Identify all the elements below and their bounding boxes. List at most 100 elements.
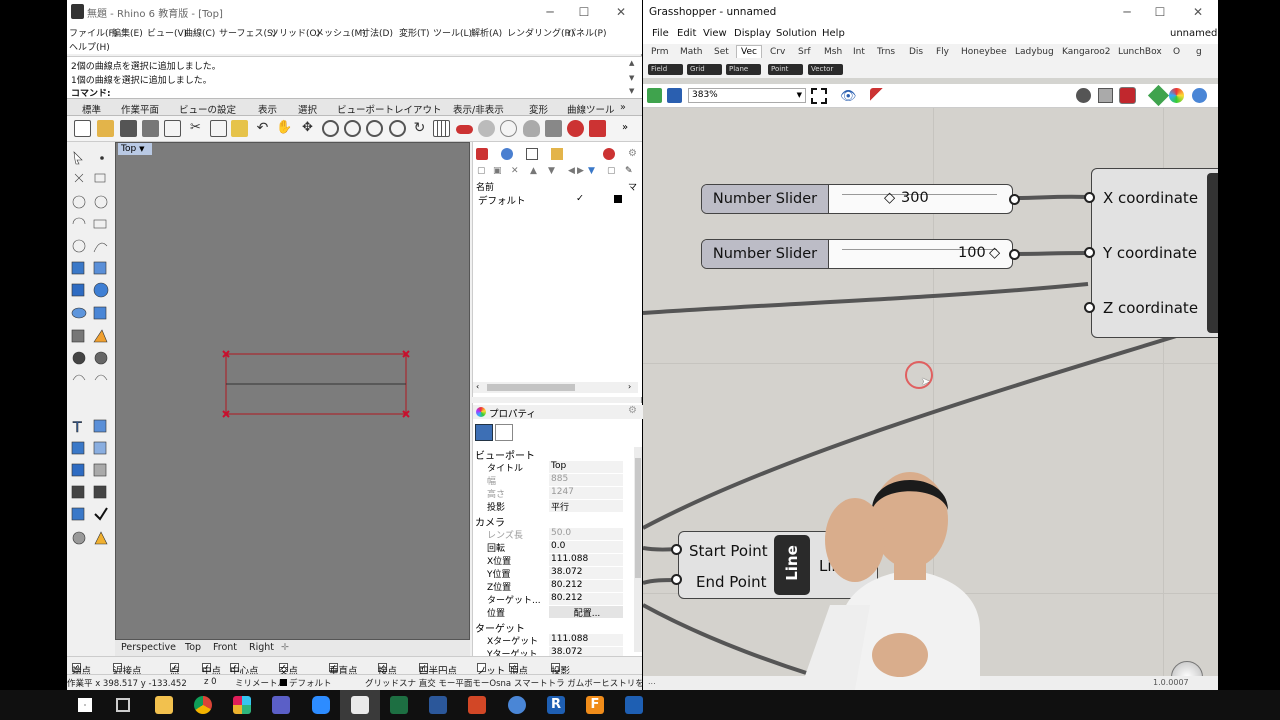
- material-icon[interactable]: [567, 120, 584, 137]
- open-icon[interactable]: [647, 88, 662, 103]
- menu-render[interactable]: レンダリング(R): [507, 26, 574, 39]
- menu-dimension[interactable]: 寸法(D): [361, 26, 393, 39]
- excel-icon[interactable]: [390, 696, 408, 714]
- lightbulb-icon[interactable]: [523, 120, 540, 137]
- gh-menu-help[interactable]: Help: [822, 28, 845, 39]
- viewport-tab-perspective[interactable]: Perspective: [121, 642, 176, 653]
- move-right-icon[interactable]: ▶: [577, 166, 584, 176]
- open-file-icon[interactable]: [97, 120, 114, 137]
- settings-tab-icon[interactable]: [603, 148, 615, 160]
- top-viewport[interactable]: Top ▼: [115, 142, 470, 640]
- gh-tab-srf[interactable]: Srf: [798, 47, 811, 57]
- gh-tab-set[interactable]: Set: [714, 47, 729, 57]
- gh-menu-solution[interactable]: Solution: [776, 28, 817, 39]
- output-port[interactable]: [1009, 249, 1020, 260]
- menu-help[interactable]: ヘルプ(H): [69, 40, 110, 53]
- tools-icon[interactable]: ✎: [625, 166, 633, 176]
- tab-visibility[interactable]: 表示/非表示: [453, 102, 504, 116]
- r-icon[interactable]: R: [547, 696, 565, 714]
- pan-icon[interactable]: ✋: [276, 120, 293, 137]
- input-z-coordinate[interactable]: Z coordinate: [1103, 299, 1198, 317]
- scroll-right-icon[interactable]: ›: [628, 382, 631, 391]
- tab-view-settings[interactable]: ビューの設定: [179, 102, 236, 116]
- zoom-level-field[interactable]: 383% ▼: [688, 88, 806, 103]
- chrome-icon[interactable]: [194, 696, 212, 714]
- zoom-icon[interactable]: [322, 120, 339, 137]
- number-slider-x[interactable]: Number Slider ◇ 300: [701, 184, 1013, 214]
- globe-icon[interactable]: [508, 696, 526, 714]
- construct-point-component[interactable]: X coordinate Y coordinate Z coordinate: [1091, 168, 1218, 338]
- sketch-icon[interactable]: [870, 88, 886, 104]
- camera-props-button[interactable]: [475, 424, 493, 441]
- input-port[interactable]: [1084, 247, 1095, 258]
- gh-tab-honeybee[interactable]: Honeybee: [961, 47, 1007, 57]
- gh-menu-view[interactable]: View: [703, 28, 727, 39]
- vs-icon[interactable]: [625, 696, 643, 714]
- gh-menu-edit[interactable]: Edit: [677, 28, 696, 39]
- input-end-point[interactable]: End Point: [696, 573, 767, 591]
- scroll-up-icon[interactable]: ▲: [629, 59, 634, 67]
- number-slider-y[interactable]: Number Slider 100 ◇: [701, 239, 1013, 269]
- layer-row-default[interactable]: デフォルト ✓: [473, 193, 643, 207]
- scroll-left-icon[interactable]: ‹: [476, 382, 479, 391]
- folder-tab-icon[interactable]: [551, 148, 563, 160]
- menu-curve[interactable]: 曲線(C): [184, 26, 215, 39]
- new-layer-icon[interactable]: ▢: [477, 166, 486, 176]
- scroll-down-icon[interactable]: ▼: [629, 74, 634, 82]
- preview-eye-icon[interactable]: 👁: [840, 89, 857, 104]
- layer-horizontal-scrollbar[interactable]: ‹ ›: [473, 382, 638, 393]
- slider-handle-icon[interactable]: ◇: [989, 245, 1000, 261]
- status-layer[interactable]: デフォルト: [289, 677, 332, 689]
- chevron-down-icon[interactable]: ▼: [797, 89, 802, 102]
- layer-color-swatch[interactable]: [614, 195, 622, 203]
- gh-tab-lunchbox[interactable]: LunchBox: [1118, 47, 1162, 57]
- tab-cplane[interactable]: 作業平面: [121, 102, 159, 116]
- viewport-props-button[interactable]: [495, 424, 513, 441]
- add-viewport-icon[interactable]: ✛: [281, 642, 289, 653]
- gh-tab-ladybug[interactable]: Ladybug: [1015, 47, 1054, 57]
- move-up-icon[interactable]: ▲: [530, 166, 537, 176]
- scroll-thumb[interactable]: [487, 384, 575, 391]
- powerpoint-icon[interactable]: [468, 696, 486, 714]
- gh-tab-math[interactable]: Math: [680, 47, 703, 57]
- tab-viewport-layout[interactable]: ビューポートレイアウト: [337, 102, 442, 116]
- input-port[interactable]: [1084, 302, 1095, 313]
- undo-view-icon[interactable]: ↻: [411, 120, 428, 137]
- gh-subcat-point[interactable]: Point: [768, 64, 803, 75]
- gh-tab-g[interactable]: g: [1196, 47, 1202, 57]
- viewport-tab-top[interactable]: Top: [185, 642, 201, 653]
- sphere-icon[interactable]: [1192, 88, 1207, 103]
- paste-icon[interactable]: [231, 120, 248, 137]
- windows-start-icon[interactable]: [78, 698, 92, 712]
- gh-tab-crv[interactable]: Crv: [770, 47, 785, 57]
- zoom-icon[interactable]: [312, 696, 330, 714]
- viewport-tab-front[interactable]: Front: [213, 642, 237, 653]
- preview-mode-icon-1[interactable]: [1076, 88, 1091, 103]
- gh-menu-file[interactable]: File: [652, 28, 669, 39]
- input-port[interactable]: [1084, 192, 1095, 203]
- viewport-tab-right[interactable]: Right: [249, 642, 274, 653]
- lock-icon[interactable]: [545, 120, 562, 137]
- word-icon[interactable]: [429, 696, 447, 714]
- gh-tab-kangaroo2[interactable]: Kangaroo2: [1062, 47, 1110, 57]
- close-button[interactable]: ✕: [604, 0, 638, 24]
- gh-tab-vec[interactable]: Vec: [736, 45, 762, 58]
- status-layer-swatch[interactable]: [280, 679, 287, 686]
- display-tab-icon[interactable]: [501, 148, 513, 160]
- zoom-extents-icon[interactable]: [366, 120, 383, 137]
- gh-subcat-field[interactable]: Field: [648, 64, 683, 75]
- menu-panels[interactable]: パネル(P): [567, 26, 606, 39]
- import-icon[interactable]: [164, 120, 181, 137]
- input-x-coordinate[interactable]: X coordinate: [1103, 189, 1198, 207]
- task-view-icon[interactable]: [116, 698, 130, 712]
- rotate-view-icon[interactable]: ✥: [299, 120, 316, 137]
- status-modes[interactable]: グリッドスナ 直交 モー平面モーOsna スマートトラ ガムボーヒストリを記フィ: [365, 677, 669, 689]
- zoom-window-icon[interactable]: [344, 120, 361, 137]
- current-layer-check[interactable]: ✓: [576, 193, 584, 204]
- tab-transform[interactable]: 変形: [529, 102, 548, 116]
- gh-close-button[interactable]: ✕: [1181, 0, 1215, 24]
- maximize-button[interactable]: ☐: [567, 0, 601, 24]
- filter-icon[interactable]: ▼: [588, 166, 595, 176]
- gh-subcat-grid[interactable]: Grid: [687, 64, 722, 75]
- preview-mode-icon-2[interactable]: [1098, 88, 1113, 103]
